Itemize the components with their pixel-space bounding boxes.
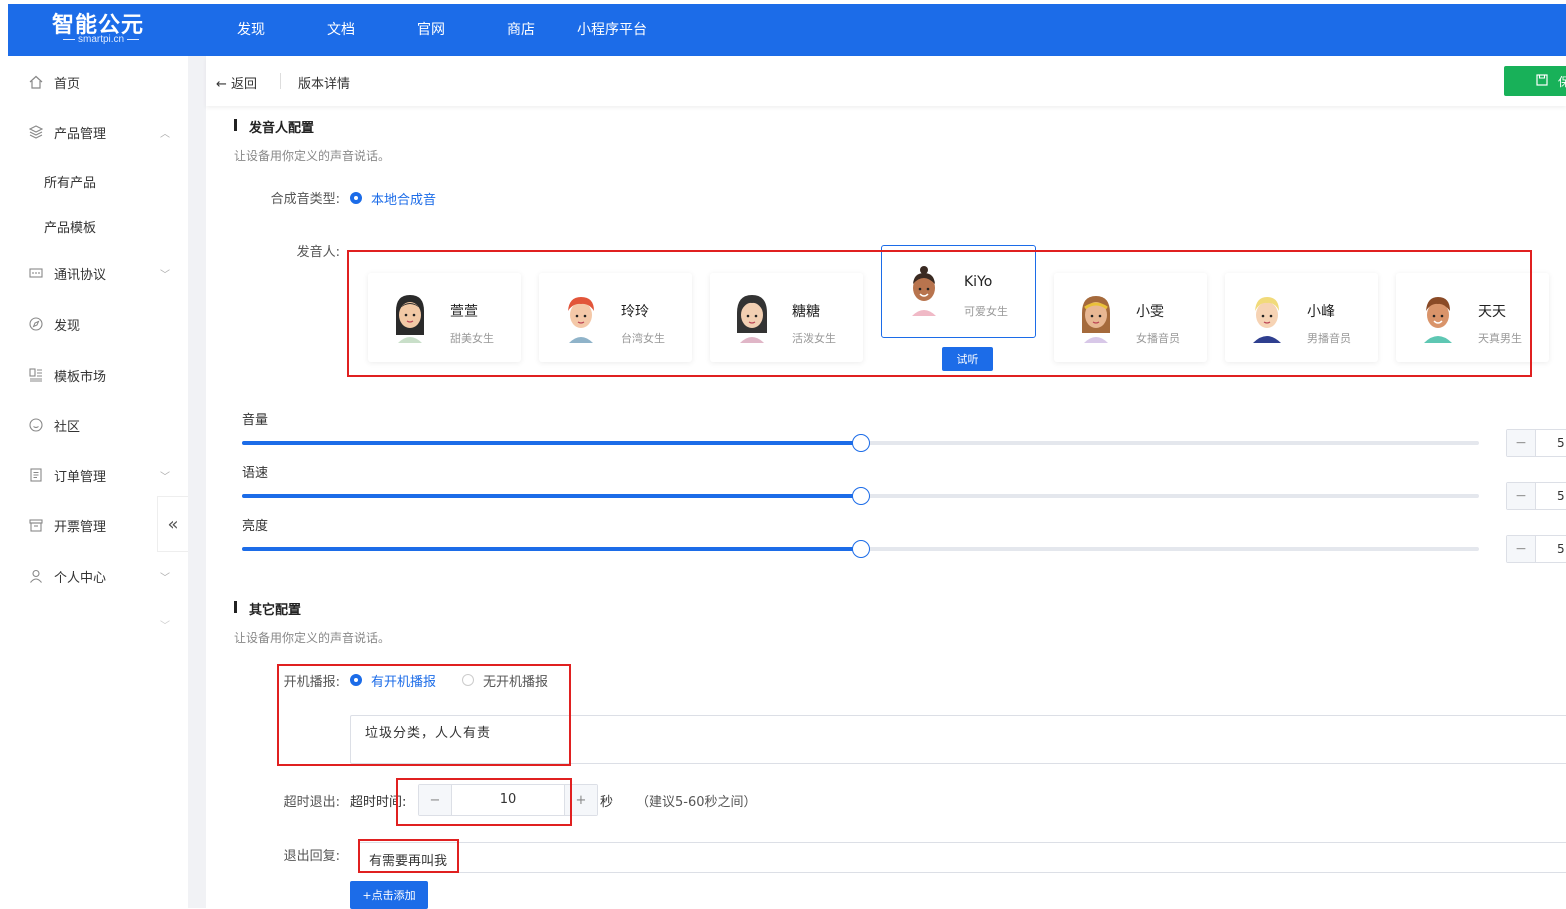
section-marker	[234, 601, 237, 613]
brightness-label: 亮度	[242, 519, 269, 534]
volume-value: 5	[1557, 436, 1565, 450]
invoice-icon	[28, 517, 44, 533]
timeout-hint: （建议5-60秒之间）	[636, 795, 757, 810]
chevron-down-icon: ﹀	[160, 269, 170, 281]
volume-stepper[interactable]: −5	[1506, 429, 1566, 457]
speaker-label: 发音人:	[296, 245, 340, 260]
double-chevron-left-icon: «	[167, 513, 179, 535]
section-desc-speaker: 让设备用你定义的声音说话。	[234, 149, 391, 163]
highlight-box-voices	[347, 250, 1532, 377]
arrow-left-icon: ←	[216, 77, 232, 92]
brightness-slider[interactable]	[242, 540, 1479, 558]
slider-fill	[242, 441, 861, 445]
nav-docs[interactable]: 文档	[327, 19, 355, 39]
speed-value: 5	[1557, 489, 1565, 503]
home-icon	[28, 74, 44, 90]
brightness-stepper[interactable]: −5	[1506, 535, 1566, 563]
sidebar-item-order-management[interactable]: 订单管理 ﹀	[8, 455, 188, 495]
chevron-down-icon: ﹀	[160, 621, 170, 632]
sidebar-item-home[interactable]: 首页	[8, 62, 188, 102]
slider-thumb[interactable]	[851, 434, 870, 452]
sidebar-item-label: 社区	[54, 419, 81, 435]
speed-stepper[interactable]: −5	[1506, 482, 1566, 510]
sidebar-item-protocol[interactable]: 通讯协议 ﹀	[8, 253, 188, 293]
layers-icon	[28, 124, 44, 140]
add-reply-button[interactable]: +点击添加	[350, 881, 428, 909]
sidebar-item-product-management[interactable]: 产品管理 ︿	[8, 112, 188, 152]
sidebar-item-label: 开票管理	[54, 519, 107, 535]
nav-discover[interactable]: 发现	[237, 19, 265, 39]
user-icon	[28, 568, 44, 584]
chevron-down-icon: ﹀	[160, 471, 170, 483]
order-icon	[28, 467, 44, 483]
exit-reply-label: 退出回复:	[283, 849, 340, 864]
chevron-up-icon: ︿	[160, 128, 170, 140]
sidebar-item-label: 首页	[54, 76, 81, 92]
minus-icon[interactable]: −	[1507, 430, 1536, 456]
exit-reply-input[interactable]: 有需要再叫我	[358, 842, 1566, 873]
sidebar-item-label: 个人中心	[54, 570, 107, 586]
sidebar-item-template-market[interactable]: 模板市场	[8, 355, 188, 395]
protocol-icon	[28, 265, 44, 281]
highlight-box-timeout	[396, 778, 572, 826]
compass-icon	[28, 316, 44, 332]
section-desc-other: 让设备用你定义的声音说话。	[234, 631, 391, 645]
sidebar-item-label: 订单管理	[54, 469, 107, 485]
community-icon	[28, 417, 44, 433]
section-title-speaker: 发音人配置	[249, 121, 315, 136]
slider-thumb[interactable]	[851, 540, 870, 558]
sidebar-subitem-all-products[interactable]: 所有产品	[44, 172, 96, 191]
highlight-box-exit-reply	[358, 839, 459, 873]
save-label: 保	[1558, 75, 1566, 89]
slider-thumb[interactable]	[851, 487, 870, 505]
brand-logo-sub: smartpi.cn	[60, 34, 142, 45]
save-icon	[1536, 74, 1548, 89]
sidebar-item-invoice-management[interactable]: 开票管理	[8, 505, 156, 545]
breadcrumb-divider	[280, 73, 281, 89]
sidebar-item-label: 模板市场	[54, 369, 107, 385]
synth-type-radio[interactable]	[350, 192, 362, 204]
page-header	[206, 56, 1566, 106]
synth-type-label: 合成音类型:	[270, 192, 340, 207]
page-title: 版本详情	[298, 77, 351, 92]
timeout-unit: 秒	[600, 795, 614, 810]
save-button[interactable]: 保	[1504, 66, 1566, 96]
volume-slider[interactable]	[242, 434, 1479, 452]
sidebar-item-personal-center[interactable]: 个人中心 ﹀	[8, 556, 188, 596]
highlight-box-boot	[277, 664, 571, 766]
sidebar-gutter	[188, 56, 206, 908]
minus-icon[interactable]: −	[1507, 536, 1536, 562]
timeout-label: 超时退出:	[283, 795, 340, 810]
minus-icon[interactable]: −	[1507, 483, 1536, 509]
sidebar-item-label: 产品管理	[54, 126, 107, 142]
sidebar-item-label: 通讯协议	[54, 267, 107, 283]
sidebar-item-label: 发现	[54, 318, 81, 334]
synth-type-option[interactable]: 本地合成音	[371, 189, 436, 208]
chevron-down-icon: ﹀	[160, 572, 170, 584]
speed-slider[interactable]	[242, 487, 1479, 505]
section-marker	[234, 119, 237, 131]
back-label: 返回	[231, 77, 258, 92]
nav-miniprogram[interactable]: 小程序平台	[577, 19, 647, 39]
brightness-value: 5	[1557, 542, 1565, 556]
sidebar-item-community[interactable]: 社区	[8, 405, 188, 445]
volume-label: 音量	[242, 413, 269, 428]
slider-fill	[242, 494, 861, 498]
template-icon	[28, 367, 44, 383]
sidebar-item-discover[interactable]: 发现	[8, 304, 188, 344]
nav-store[interactable]: 商店	[507, 19, 535, 39]
speed-label: 语速	[242, 466, 269, 481]
back-button[interactable]: ← 返回	[216, 73, 257, 92]
sidebar-collapse-button[interactable]: «	[157, 496, 188, 552]
nav-website[interactable]: 官网	[417, 19, 445, 39]
slider-fill	[242, 547, 861, 551]
sidebar-subitem-product-templates[interactable]: 产品模板	[44, 217, 96, 236]
section-title-other: 其它配置	[249, 603, 302, 618]
